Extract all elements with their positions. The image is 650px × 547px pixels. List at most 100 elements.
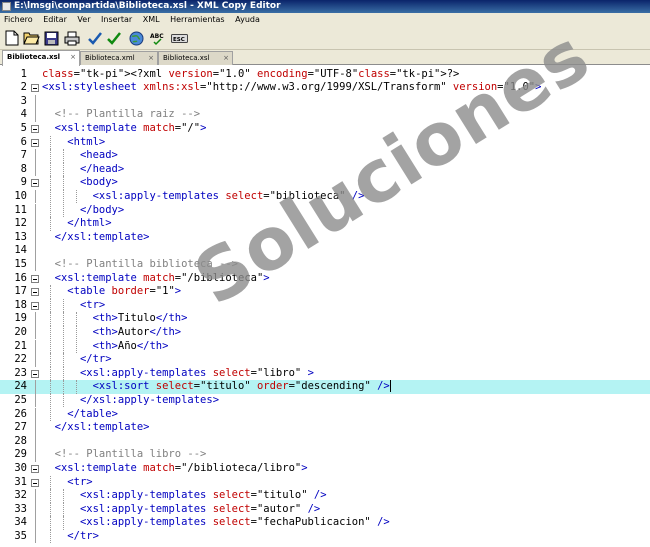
menu-editar[interactable]: Editar (39, 13, 71, 26)
close-icon[interactable]: × (148, 52, 154, 65)
code-text: </body> (79, 203, 125, 216)
fold-margin-line (35, 230, 36, 245)
window-titlebar[interactable]: E:\lmsgi\compartida\Biblioteca.xsl - XML… (0, 0, 650, 13)
fold-toggle-icon[interactable] (31, 179, 39, 188)
code-line[interactable]: 25 </xsl:apply-templates> (0, 393, 650, 408)
code-line[interactable]: 28 (0, 434, 650, 449)
code-line[interactable]: 19 <th>Titulo</th> (0, 312, 650, 326)
fold-toggle-icon[interactable] (31, 464, 39, 473)
code-line[interactable]: 22 </tr> (0, 353, 650, 367)
new-file-button[interactable] (3, 29, 21, 47)
code-line[interactable]: 24 <xsl:sort select="titulo" order="desc… (0, 380, 650, 394)
exit-button[interactable]: ESC (170, 29, 188, 47)
code-line[interactable]: 6 <html> (0, 135, 650, 150)
menu-ver[interactable]: Ver (73, 13, 94, 26)
code-line[interactable]: 8 </head> (0, 162, 650, 177)
code-line[interactable]: 2 <xsl:stylesheet xmlns:xsl="http://www.w… (0, 81, 650, 95)
code-line[interactable]: 1 class="tk-pi"><?xml version="1.0" encod… (0, 68, 650, 82)
line-number: 21 (14, 339, 27, 352)
menu-herramientas[interactable]: Herramientas (166, 13, 229, 26)
code-line[interactable]: 31 <tr> (0, 475, 650, 490)
line-number: 13 (14, 230, 27, 243)
validate-icon (107, 32, 121, 45)
menu-insertar[interactable]: Insertar (97, 13, 136, 26)
code-line[interactable]: 26 </table> (0, 407, 650, 422)
fold-toggle-icon[interactable] (31, 478, 39, 487)
line-number: 5 (20, 121, 27, 134)
code-line[interactable]: 4 <!-- Plantilla raiz --> (0, 108, 650, 122)
code-line[interactable]: 30 <xsl:template match="/biblioteca/libr… (0, 462, 650, 476)
fold-margin-line (35, 108, 36, 122)
code-text: <xsl:stylesheet xmlns:xsl="http://www.w3… (42, 81, 542, 94)
code-line[interactable]: 10 <xsl:apply-templates select="bibliote… (0, 189, 650, 204)
line-number: 31 (14, 475, 27, 488)
code-line[interactable]: 14 (0, 244, 650, 258)
code-editor[interactable]: 1 class="tk-pi"><?xml version="1.0" encod… (0, 66, 650, 547)
new-file-icon (5, 30, 19, 46)
code-line[interactable]: 15 <!-- Plantilla biblioteca --> (0, 257, 650, 272)
menu-fichero[interactable]: Fichero (0, 13, 37, 26)
fold-toggle-icon[interactable] (31, 288, 39, 297)
save-icon (44, 31, 58, 45)
code-text: <!-- Plantilla libro --> (42, 448, 207, 461)
open-button[interactable] (22, 29, 40, 47)
code-line[interactable]: 5 <xsl:template match="/"> (0, 122, 650, 136)
code-line[interactable]: 20 <th>Autor</th> (0, 325, 650, 340)
code-line[interactable]: 17 <table border="1"> (0, 285, 650, 299)
code-line[interactable]: 29 <!-- Plantilla libro --> (0, 448, 650, 462)
fold-toggle-icon[interactable] (31, 369, 39, 378)
tab-biblioteca-xsl[interactable]: Biblioteca.xsl × (2, 50, 80, 66)
fold-toggle-icon[interactable] (31, 124, 39, 133)
browser-button[interactable] (127, 29, 145, 47)
code-line[interactable]: 27 </xsl:template> (0, 421, 650, 435)
menu-ayuda[interactable]: Ayuda (231, 13, 264, 26)
fold-margin-line (35, 434, 36, 449)
code-line[interactable]: 21 <th>Año</th> (0, 339, 650, 354)
line-number: 29 (14, 448, 27, 461)
code-line[interactable]: 16 <xsl:template match="/biblioteca"> (0, 272, 650, 286)
close-icon[interactable]: × (223, 52, 229, 65)
code-text: <xsl:template match="/biblioteca"> (54, 271, 270, 284)
validate-button[interactable] (105, 29, 123, 47)
code-line[interactable]: 3 (0, 94, 650, 109)
code-text: </tr> (79, 353, 112, 366)
line-number: 14 (14, 244, 27, 257)
menu-xml[interactable]: XML (139, 13, 164, 26)
code-line[interactable]: 7 <head> (0, 149, 650, 163)
tab-biblioteca-xsl-2[interactable]: Biblioteca.xsl × (158, 51, 233, 65)
code-line[interactable]: 23 <xsl:apply-templates select="libro" > (0, 366, 650, 381)
code-text: <xsl:template match="/"> (54, 121, 207, 134)
code-text: <tr> (79, 298, 106, 311)
fold-margin-line (35, 149, 36, 163)
fold-toggle-icon[interactable] (31, 138, 39, 147)
close-icon[interactable]: × (70, 51, 76, 64)
code-line[interactable]: 34 <xsl:apply-templates select="fechaPub… (0, 516, 650, 530)
tab-biblioteca-xml[interactable]: Biblioteca.xml × (80, 51, 158, 65)
code-line[interactable]: 13 </xsl:template> (0, 230, 650, 245)
fold-margin-line (35, 393, 36, 408)
text-cursor (389, 380, 391, 393)
code-line[interactable]: 18 <tr> (0, 298, 650, 313)
fold-toggle-icon[interactable] (31, 84, 39, 93)
print-button[interactable] (63, 29, 81, 47)
fold-margin-line (35, 325, 36, 340)
fold-margin-line (35, 529, 36, 544)
check-wellformed-button[interactable] (86, 29, 104, 47)
code-text: <head> (79, 149, 118, 162)
fold-toggle-icon[interactable] (31, 301, 39, 310)
globe-icon (129, 31, 143, 45)
spellcheck-label: ABC (150, 33, 164, 40)
code-line[interactable]: 11 </body> (0, 203, 650, 218)
line-number: 6 (20, 135, 27, 148)
spellcheck-button[interactable]: ABC (149, 29, 167, 47)
save-button[interactable] (42, 29, 60, 47)
code-line[interactable]: 32 <xsl:apply-templates select="titulo" … (0, 489, 650, 503)
code-text: <!-- Plantilla biblioteca --> (42, 257, 238, 270)
code-line[interactable]: 33 <xsl:apply-templates select="autor" /… (0, 502, 650, 517)
check-wellformed-icon (88, 32, 102, 45)
code-line[interactable]: 12 </html> (0, 217, 650, 231)
code-text: <th>Autor</th> (92, 325, 182, 338)
fold-toggle-icon[interactable] (31, 274, 39, 283)
code-line[interactable]: 9 <body> (0, 176, 650, 190)
code-line[interactable]: 35 </tr> (0, 529, 650, 544)
